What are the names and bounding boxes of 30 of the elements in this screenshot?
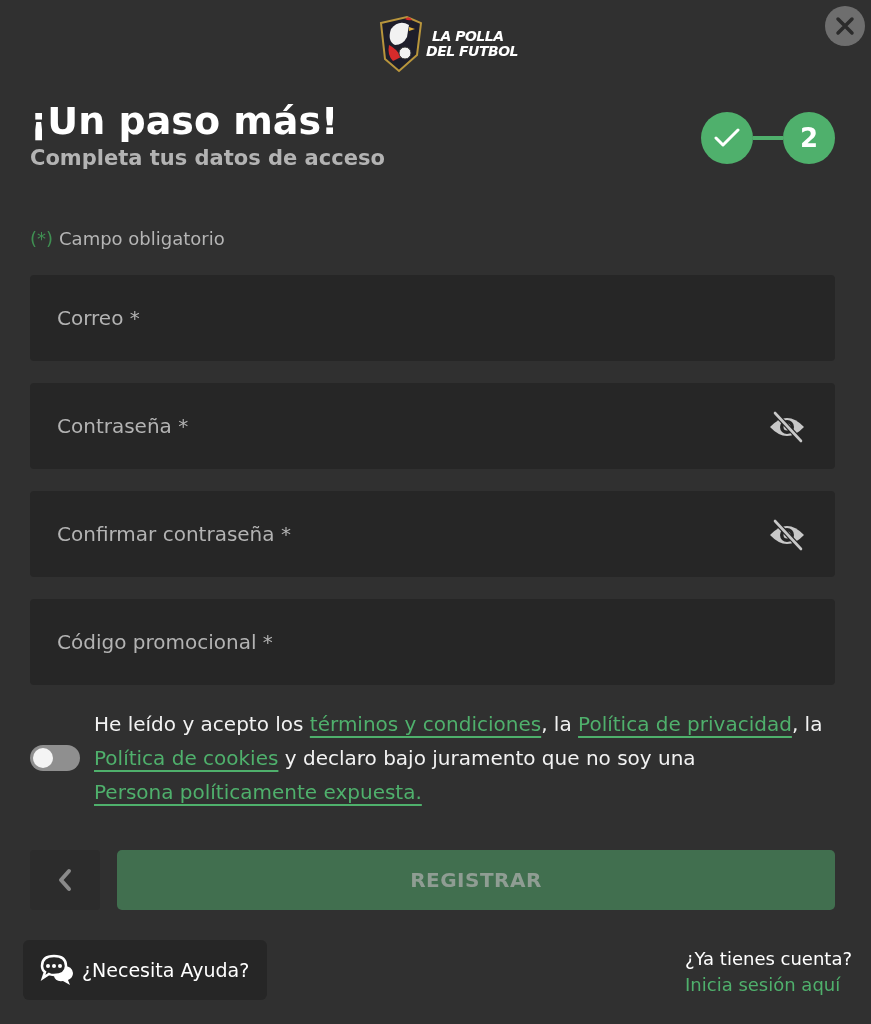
chat-bubbles-icon bbox=[40, 954, 74, 986]
step-number: 2 bbox=[783, 112, 835, 164]
logo-text: LA POLLA bbox=[431, 29, 505, 44]
policy-link[interactable]: Política de privacidad bbox=[578, 712, 792, 736]
back-button[interactable] bbox=[30, 850, 100, 910]
consent-toggle[interactable] bbox=[30, 745, 80, 771]
help-label: ¿Necesita Ayuda? bbox=[82, 959, 250, 981]
required-note: Campo obligatorio bbox=[59, 227, 225, 251]
input-field[interactable]: Código promocional * bbox=[30, 599, 835, 685]
logo-text: DEL FUTBOL bbox=[426, 44, 518, 59]
rooster-shield-icon bbox=[377, 15, 423, 73]
help-button[interactable]: ¿Necesita Ayuda? bbox=[23, 940, 268, 1000]
eye-crossed-icon bbox=[768, 519, 806, 551]
close-button[interactable] bbox=[825, 6, 865, 46]
account-question: ¿Ya tienes cuenta? bbox=[685, 947, 852, 971]
close-icon bbox=[835, 16, 855, 36]
page-title: ¡Un paso más! bbox=[30, 98, 340, 144]
password-field[interactable]: Confirmar contraseña * bbox=[30, 491, 835, 577]
required-marker: (*) bbox=[30, 227, 54, 251]
consent-text: He leído y acepto los términos y condiciones, la Política de privacidad, la Política de cookies y declaro bajo juramento que no soy una Persona políticamente expuesta. bbox=[94, 711, 824, 806]
email-field[interactable]: Correo * bbox=[30, 275, 835, 361]
password-field[interactable]: Contraseña * bbox=[30, 383, 835, 469]
step-connector bbox=[753, 136, 783, 140]
eye-crossed-icon bbox=[768, 411, 806, 443]
login-link[interactable]: Inicia sesión aquí bbox=[685, 972, 841, 998]
page-subtitle: Completa tus datos de acceso bbox=[30, 145, 385, 172]
policy-link[interactable]: Persona políticamente expuesta. bbox=[94, 780, 422, 804]
policy-link[interactable]: Política de cookies bbox=[94, 746, 279, 770]
policy-link[interactable]: términos y condiciones bbox=[309, 712, 542, 736]
chevron-left-icon bbox=[58, 868, 72, 892]
